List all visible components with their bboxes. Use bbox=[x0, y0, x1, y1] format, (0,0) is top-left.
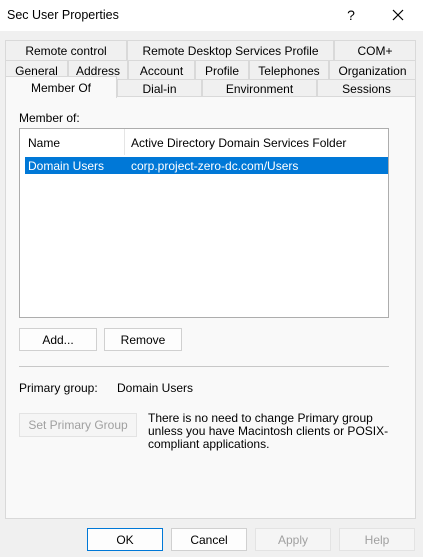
remove-button-label: Remove bbox=[120, 332, 166, 347]
apply-button-label: Apply bbox=[277, 532, 309, 547]
list-header: Name Active Directory Domain Services Fo… bbox=[20, 129, 388, 155]
tab-profile[interactable]: Profile bbox=[195, 60, 249, 80]
tab-label: Account bbox=[139, 63, 184, 78]
tab-organization[interactable]: Organization bbox=[329, 60, 416, 80]
list-item[interactable]: Domain Users corp.project-zero-dc.com/Us… bbox=[25, 157, 388, 174]
primary-group-value: Domain Users bbox=[117, 381, 194, 395]
member-of-list[interactable]: Name Active Directory Domain Services Fo… bbox=[19, 128, 389, 318]
primary-group-note: There is no need to change Primary group… bbox=[148, 411, 389, 451]
column-header-name[interactable]: Name bbox=[28, 136, 60, 150]
group-folder: corp.project-zero-dc.com/Users bbox=[131, 159, 299, 173]
tab-label: Environment bbox=[225, 81, 294, 96]
ok-button-label: OK bbox=[116, 532, 134, 547]
tab-label: Sessions bbox=[342, 81, 391, 96]
divider bbox=[19, 366, 389, 367]
tab-label: Remote Desktop Services Profile bbox=[142, 43, 319, 58]
tab-label: Dial-in bbox=[142, 81, 177, 96]
close-button[interactable] bbox=[385, 2, 411, 28]
help-button-label: Help bbox=[364, 532, 390, 547]
tab-remote-control[interactable]: Remote control bbox=[5, 40, 127, 60]
close-icon bbox=[392, 9, 404, 21]
apply-button[interactable]: Apply bbox=[255, 528, 331, 551]
tab-label: Remote control bbox=[25, 43, 107, 58]
cancel-button[interactable]: Cancel bbox=[171, 528, 247, 551]
tab-member-of[interactable]: Member Of bbox=[5, 76, 117, 98]
tab-label: Organization bbox=[338, 63, 407, 78]
tab-telephones[interactable]: Telephones bbox=[249, 60, 329, 80]
remove-button[interactable]: Remove bbox=[104, 328, 182, 351]
tab-label: Member Of bbox=[30, 80, 91, 95]
help-button[interactable]: ? bbox=[338, 2, 364, 28]
title-bar: Sec User Properties ? bbox=[0, 0, 423, 31]
set-primary-group-button[interactable]: Set Primary Group bbox=[19, 413, 137, 437]
tab-com-plus[interactable]: COM+ bbox=[334, 40, 416, 60]
tab-account[interactable]: Account bbox=[128, 60, 195, 80]
set-primary-group-label: Set Primary Group bbox=[28, 418, 128, 432]
cancel-button-label: Cancel bbox=[190, 532, 228, 547]
group-name: Domain Users bbox=[28, 159, 105, 173]
add-button-label: Add... bbox=[42, 332, 74, 347]
window-title: Sec User Properties bbox=[7, 8, 119, 22]
tab-remote-desktop-services-profile[interactable]: Remote Desktop Services Profile bbox=[127, 40, 334, 60]
tab-label: Profile bbox=[204, 63, 239, 78]
help-icon: ? bbox=[347, 7, 355, 23]
tab-dial-in[interactable]: Dial-in bbox=[117, 79, 202, 97]
tab-sessions[interactable]: Sessions bbox=[317, 79, 416, 97]
member-of-label: Member of: bbox=[19, 111, 80, 125]
primary-group-label: Primary group: bbox=[19, 381, 98, 395]
ok-button[interactable]: OK bbox=[87, 528, 163, 551]
add-button[interactable]: Add... bbox=[19, 328, 97, 351]
tab-label: Telephones bbox=[258, 63, 320, 78]
tab-environment[interactable]: Environment bbox=[202, 79, 317, 97]
tab-label: COM+ bbox=[357, 43, 393, 58]
column-header-folder[interactable]: Active Directory Domain Services Folder bbox=[131, 136, 346, 150]
column-divider[interactable] bbox=[124, 129, 125, 155]
help-footer-button[interactable]: Help bbox=[339, 528, 415, 551]
